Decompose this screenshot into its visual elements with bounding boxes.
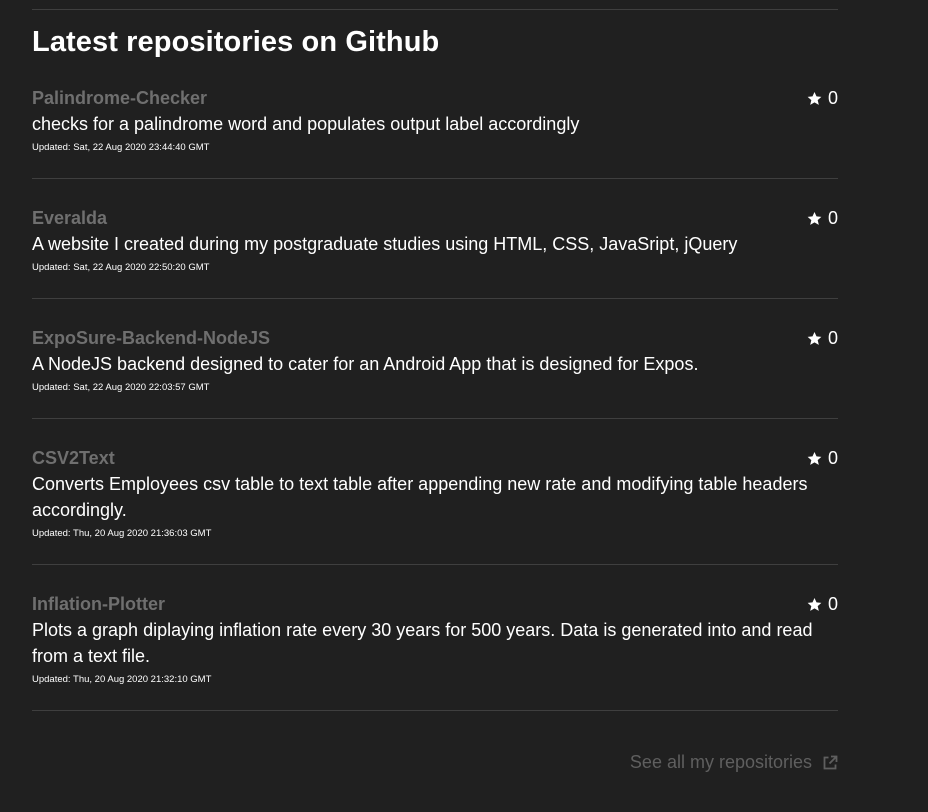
repo-updated: Updated: Sat, 22 Aug 2020 22:50:20 GMT <box>32 262 210 273</box>
star-count-value: 0 <box>827 593 838 614</box>
repo-item: Palindrome-Checker 0 checks for a palind… <box>32 86 838 179</box>
repo-item: Everalda 0 A website I created during my… <box>32 206 838 299</box>
star-count: 0 <box>807 86 838 110</box>
repo-description: A website I created during my postgradua… <box>32 234 738 254</box>
external-link-icon <box>823 755 838 769</box>
star-icon <box>807 211 822 225</box>
repo-name-link[interactable]: Everalda <box>32 206 107 230</box>
repo-name-link[interactable]: Palindrome-Checker <box>32 86 207 110</box>
star-icon <box>807 451 822 465</box>
repo-updated: Updated: Thu, 20 Aug 2020 21:32:10 GMT <box>32 674 212 685</box>
repo-description: checks for a palindrome word and populat… <box>32 114 580 134</box>
repo-description: A NodeJS backend designed to cater for a… <box>32 354 699 374</box>
star-icon <box>807 91 822 105</box>
see-all-label: See all my repositories <box>629 752 812 772</box>
see-all-repositories-link[interactable]: See all my repositories <box>630 752 838 773</box>
star-icon <box>807 597 822 611</box>
repo-item: CSV2Text 0 Converts Employees csv table … <box>32 446 838 565</box>
repo-description: Converts Employees csv table to text tab… <box>32 474 808 520</box>
repo-list: Palindrome-Checker 0 checks for a palind… <box>32 86 838 711</box>
repo-updated: Updated: Thu, 20 Aug 2020 21:36:03 GMT <box>32 528 212 539</box>
repo-item: ExpoSure-Backend-NodeJS 0 A NodeJS backe… <box>32 326 838 419</box>
repo-description: Plots a graph diplaying inflation rate e… <box>32 620 813 666</box>
star-count: 0 <box>807 446 838 470</box>
repo-item: Inflation-Plotter 0 Plots a graph diplay… <box>32 592 838 711</box>
star-count-value: 0 <box>827 207 838 228</box>
repo-name-link[interactable]: Inflation-Plotter <box>32 592 165 616</box>
repo-updated: Updated: Sat, 22 Aug 2020 22:03:57 GMT <box>32 382 210 393</box>
star-count: 0 <box>807 326 838 350</box>
repo-name-link[interactable]: CSV2Text <box>32 446 115 470</box>
section-title: Latest repositories on Github <box>32 26 440 58</box>
star-count: 0 <box>807 592 838 616</box>
star-count-value: 0 <box>827 87 838 108</box>
star-count-value: 0 <box>827 447 838 468</box>
top-divider <box>32 9 838 10</box>
repo-updated: Updated: Sat, 22 Aug 2020 23:44:40 GMT <box>32 142 210 153</box>
repo-name-link[interactable]: ExpoSure-Backend-NodeJS <box>32 326 270 350</box>
star-count: 0 <box>807 206 838 230</box>
star-icon <box>807 331 822 345</box>
star-count-value: 0 <box>827 327 838 348</box>
